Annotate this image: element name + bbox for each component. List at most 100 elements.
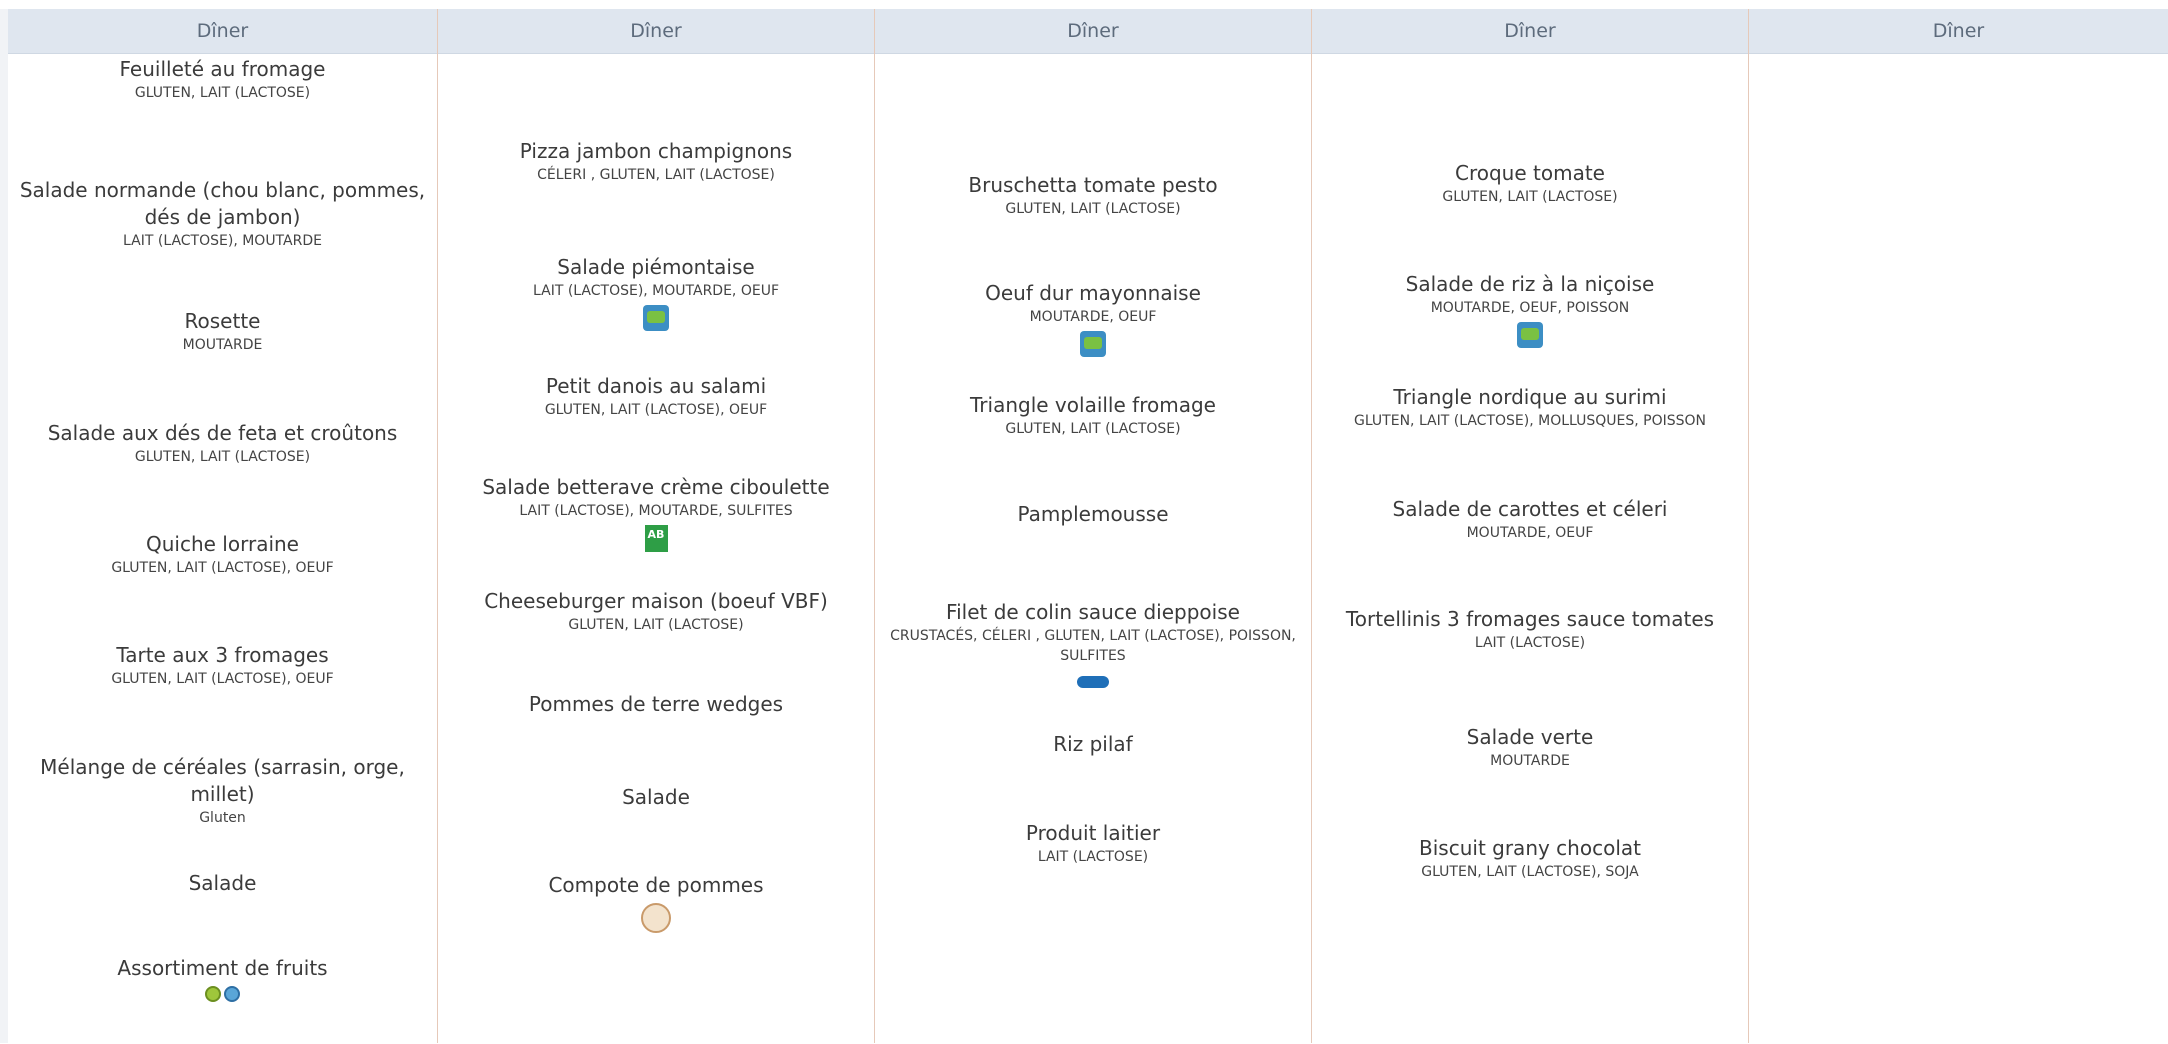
dish-name: Salade normande (chou blanc, pommes, dés… (19, 178, 426, 229)
dish-name: Tortellinis 3 fromages sauce tomates (1345, 607, 1715, 631)
top-strip (0, 0, 2168, 9)
left-strip (0, 9, 8, 1043)
dish-allergens: GLUTEN, LAIT (LACTOSE) (1005, 201, 1181, 217)
dish-name: Tarte aux 3 fromages (116, 643, 329, 667)
dish-allergens: GLUTEN, LAIT (LACTOSE) (134, 449, 311, 465)
dish-name: Riz pilaf (1053, 732, 1133, 756)
dish-name: Filet de colin sauce dieppoise (946, 600, 1240, 624)
dish-item: Cheeseburger maison (boeuf VBF) GLUTEN, L… (438, 588, 874, 635)
column-body: Bruschetta tomate pesto GLUTEN, LAIT (LAC… (875, 54, 1311, 1044)
dish-name: Salade aux dés de feta et croûtons (47, 421, 398, 445)
dish-item: Pamplemousse (875, 501, 1311, 528)
dish-labels (448, 903, 864, 933)
dish-item: Salade de riz à la niçoise MOUTARDE, OEUF… (1312, 271, 1748, 348)
peche-durable-icon (1077, 676, 1109, 688)
column-header: Dîner (438, 9, 874, 54)
dish-name: Salade (188, 871, 257, 895)
dish-labels (18, 986, 427, 1002)
dish-labels (448, 305, 864, 331)
dish-item: Petit danois au salami GLUTEN, LAIT (LACT… (438, 373, 874, 420)
dish-allergens: LAIT (LACTOSE), MOUTARDE, OEUF (533, 283, 779, 299)
dish-name: Biscuit grany chocolat (1419, 836, 1641, 860)
dish-item: Triangle nordique au surimi GLUTEN, LAIT … (1312, 384, 1748, 431)
dish-allergens: GLUTEN, LAIT (LACTOSE), MOLLUSQUES, POIS… (1353, 413, 1707, 429)
dish-item: Salade verte MOUTARDE (1312, 724, 1748, 771)
dish-name: Salade betterave crème ciboulette (482, 475, 830, 499)
dish-labels (1322, 322, 1738, 348)
dish-allergens: MOUTARDE, OEUF (1029, 309, 1157, 325)
dish-item: Tarte aux 3 fromages GLUTEN, LAIT (LACTOS… (8, 642, 437, 689)
dish-allergens: LAIT (LACTOSE) (1474, 635, 1586, 651)
column-header: Dîner (1749, 9, 2168, 54)
dish-allergens: GLUTEN, LAIT (LACTOSE) (1005, 421, 1181, 437)
dish-item: Compote de pommes (438, 872, 874, 933)
dish-allergens: GLUTEN, LAIT (LACTOSE) (1442, 189, 1618, 205)
column-body: Croque tomate GLUTEN, LAIT (LACTOSE) Salad… (1312, 54, 1748, 1044)
dish-labels (448, 525, 864, 552)
agriculture-biologique-icon (644, 525, 668, 552)
column-body: Feuilleté au fromage GLUTEN, LAIT (LACTOS… (8, 54, 437, 1044)
bleu-blanc-coeur-icon (1517, 322, 1543, 348)
dish-name: Mélange de céréales (sarrasin, orge, mil… (40, 755, 405, 806)
dish-item: Feuilleté au fromage GLUTEN, LAIT (LACTOS… (8, 56, 437, 103)
fruits-label-icon-2 (224, 986, 240, 1002)
dish-allergens: LAIT (LACTOSE) (1037, 849, 1149, 865)
dish-item: Salade (438, 784, 874, 811)
dish-item: Produit laitier LAIT (LACTOSE) (875, 820, 1311, 867)
dish-allergens: MOUTARDE, OEUF (1466, 525, 1594, 541)
dish-allergens: CÉLERI , GLUTEN, LAIT (LACTOSE) (537, 167, 775, 183)
dish-item: Triangle volaille fromage GLUTEN, LAIT (L… (875, 392, 1311, 439)
column-body: Pizza jambon champignons CÉLERI , GLUTEN,… (438, 54, 874, 1044)
dish-name: Petit danois au salami (545, 374, 767, 398)
dish-item: Quiche lorraine GLUTEN, LAIT (LACTOSE), O… (8, 531, 437, 578)
column-header: Dîner (1312, 9, 1748, 54)
dish-name: Salade (622, 785, 690, 809)
menu-column-3: Dîner Bruschetta tomate pesto GLUTEN, LAI… (874, 9, 1311, 1043)
dish-allergens: LAIT (LACTOSE), MOUTARDE, SULFITES (519, 503, 793, 519)
dish-name: Triangle volaille fromage (970, 393, 1216, 417)
dish-item: Salade aux dés de feta et croûtons GLUTEN… (8, 420, 437, 467)
dish-item: Biscuit grany chocolat GLUTEN, LAIT (LACT… (1312, 835, 1748, 882)
dish-allergens: GLUTEN, LAIT (LACTOSE), SOJA (1421, 864, 1639, 880)
dish-item: Bruschetta tomate pesto GLUTEN, LAIT (LAC… (875, 172, 1311, 219)
column-header: Dîner (875, 9, 1311, 54)
menu-column-2: Dîner Pizza jambon champignons CÉLERI , G… (437, 9, 874, 1043)
dish-allergens: GLUTEN, LAIT (LACTOSE), OEUF (544, 402, 768, 418)
dish-item: Salade (8, 870, 437, 897)
dish-item: Oeuf dur mayonnaise MOUTARDE, OEUF (875, 280, 1311, 357)
bleu-blanc-coeur-icon (1080, 331, 1106, 357)
menu-column-5: Dîner (1748, 9, 2168, 1043)
dish-name: Cheeseburger maison (boeuf VBF) (484, 589, 828, 613)
fruits-label-icon (205, 986, 221, 1002)
dish-name: Pommes de terre wedges (528, 692, 784, 716)
dish-allergens: MOUTARDE (182, 337, 263, 353)
dish-name: Salade de riz à la niçoise (1405, 272, 1655, 296)
dish-name: Quiche lorraine (146, 532, 299, 556)
dish-allergens: GLUTEN, LAIT (LACTOSE) (568, 617, 744, 633)
dish-item: Salade normande (chou blanc, pommes, dés… (8, 177, 437, 251)
dish-name: Triangle nordique au surimi (1393, 385, 1667, 409)
dish-allergens: GLUTEN, LAIT (LACTOSE) (134, 85, 311, 101)
dish-allergens: GLUTEN, LAIT (LACTOSE), OEUF (111, 560, 334, 576)
menu-column-1: Dîner Feuilleté au fromage GLUTEN, LAIT (… (8, 9, 437, 1043)
dish-item: Riz pilaf (875, 731, 1311, 758)
dish-name: Rosette (184, 309, 261, 333)
dish-item: Salade betterave crème ciboulette LAIT (L… (438, 474, 874, 552)
dish-name: Produit laitier (1025, 821, 1161, 845)
dish-name: Salade piémontaise (557, 255, 755, 279)
dish-name: Pizza jambon champignons (519, 139, 793, 163)
bleu-blanc-coeur-icon (643, 305, 669, 331)
menu-table: Dîner Feuilleté au fromage GLUTEN, LAIT (… (8, 9, 2168, 1043)
dish-item: Rosette MOUTARDE (8, 308, 437, 355)
dish-name: Croque tomate (1455, 161, 1605, 185)
dish-allergens: Gluten (199, 810, 246, 826)
dish-allergens: MOUTARDE, OEUF, POISSON (1430, 300, 1630, 316)
dish-labels (885, 670, 1301, 688)
dish-item: Salade de carottes et céleri MOUTARDE, OE… (1312, 496, 1748, 543)
dish-item: Pommes de terre wedges (438, 691, 874, 718)
dish-name: Salade de carottes et céleri (1392, 497, 1668, 521)
dish-name: Feuilleté au fromage (119, 57, 326, 81)
dish-allergens: LAIT (LACTOSE), MOUTARDE (123, 233, 322, 249)
fait-maison-icon (641, 903, 671, 933)
dish-name: Assortiment de fruits (117, 956, 328, 980)
